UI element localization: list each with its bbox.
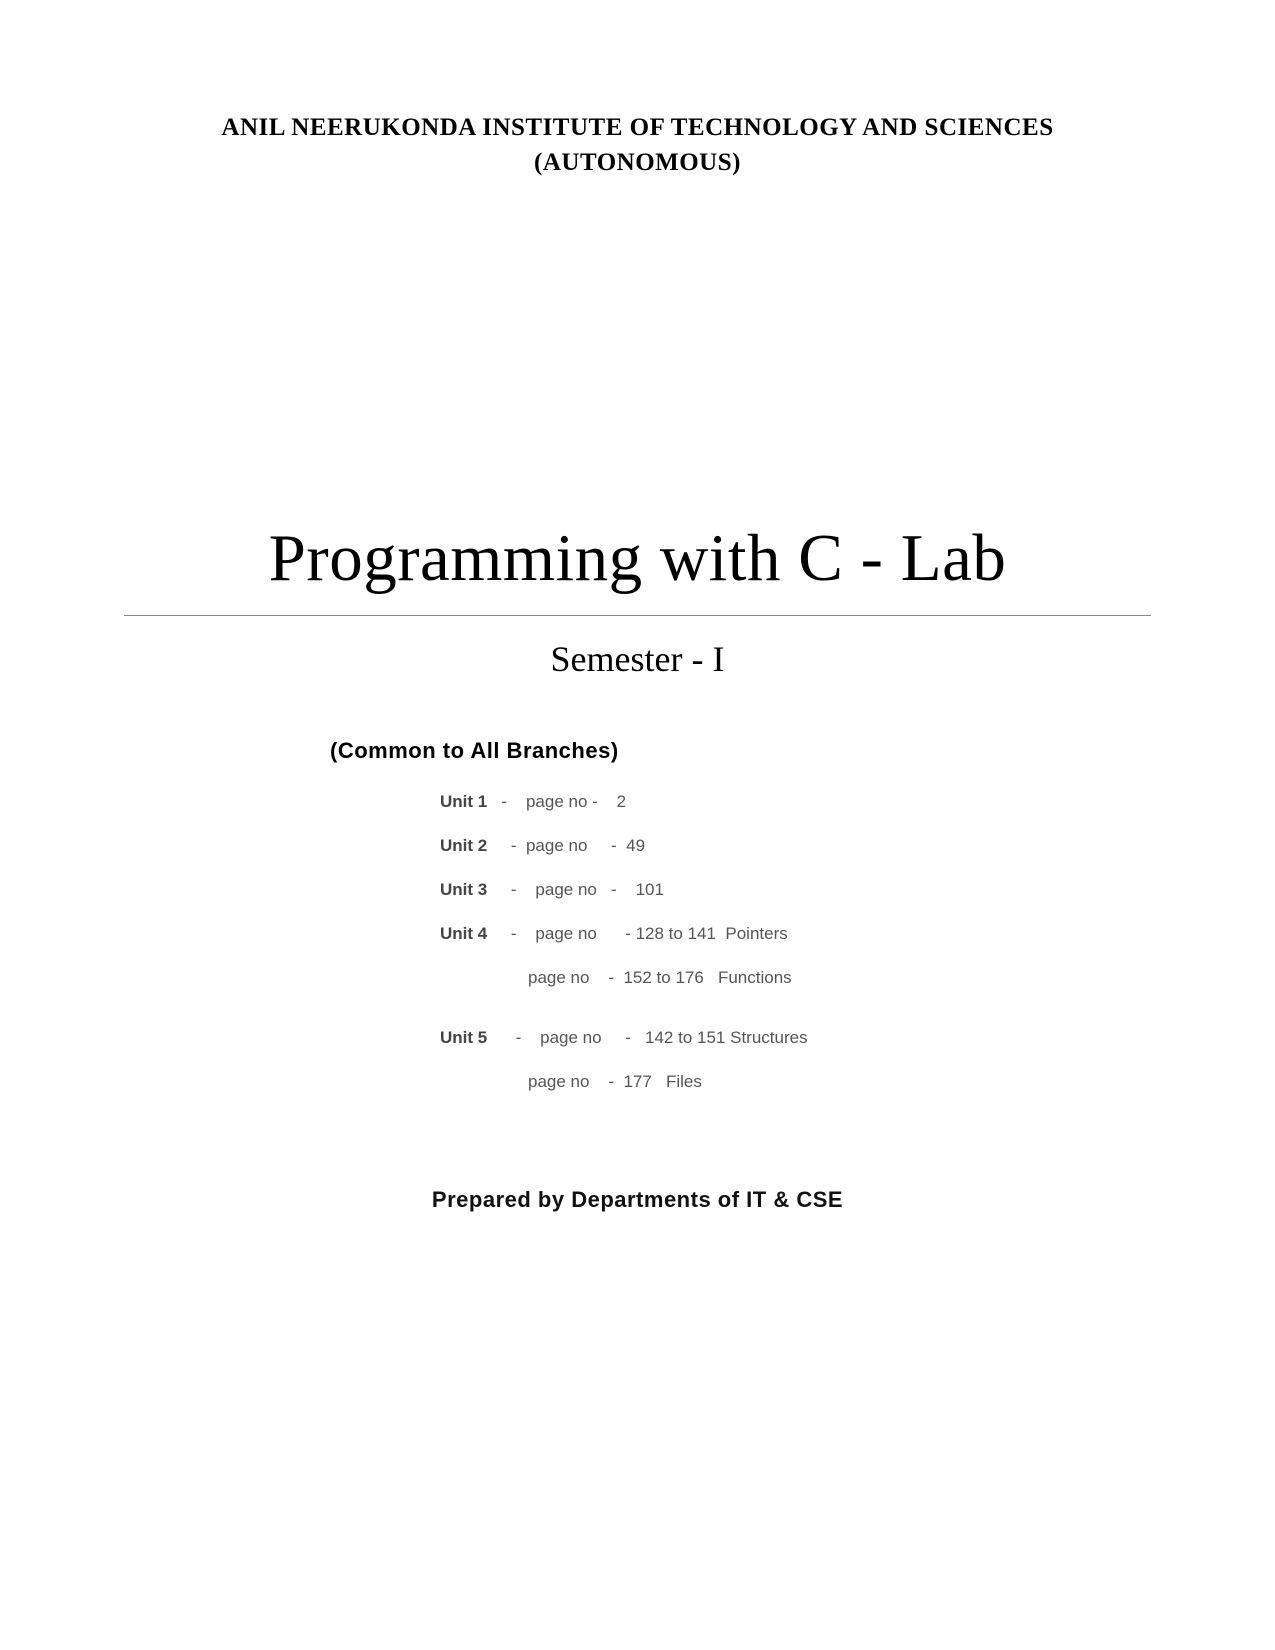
unit-5-row: Unit 5 - page no - 142 to 151 Structures bbox=[440, 1028, 1165, 1048]
unit-1-row: Unit 1 - page no - 2 bbox=[440, 792, 1165, 812]
unit-1-label: Unit 1 bbox=[440, 792, 487, 811]
unit-5-label: Unit 5 bbox=[440, 1028, 487, 1047]
unit-2-text: - page no - 49 bbox=[487, 836, 645, 855]
title-divider bbox=[124, 615, 1151, 616]
institute-line2: (AUTONOMOUS) bbox=[110, 145, 1165, 180]
main-title: Programming with C - Lab bbox=[110, 520, 1165, 597]
prepared-by: Prepared by Departments of IT & CSE bbox=[110, 1187, 1165, 1213]
unit-4-row: Unit 4 - page no - 128 to 141 Pointers bbox=[440, 924, 1165, 944]
unit-1-text: - page no - 2 bbox=[487, 792, 626, 811]
document-page: ANIL NEERUKONDA INSTITUTE OF TECHNOLOGY … bbox=[0, 0, 1275, 1213]
common-branches: (Common to All Branches) bbox=[330, 738, 1165, 764]
institute-header: ANIL NEERUKONDA INSTITUTE OF TECHNOLOGY … bbox=[110, 110, 1165, 180]
unit-5-text: - page no - 142 to 151 Structures bbox=[487, 1028, 807, 1047]
unit-2-label: Unit 2 bbox=[440, 836, 487, 855]
unit-5-sub: page no - 177 Files bbox=[528, 1072, 1165, 1092]
unit-2-row: Unit 2 - page no - 49 bbox=[440, 836, 1165, 856]
units-list: Unit 1 - page no - 2 Unit 2 - page no - … bbox=[440, 792, 1165, 1092]
semester-label: Semester - I bbox=[110, 638, 1165, 680]
unit-4-text: - page no - 128 to 141 Pointers bbox=[487, 924, 788, 943]
institute-line1: ANIL NEERUKONDA INSTITUTE OF TECHNOLOGY … bbox=[110, 110, 1165, 145]
unit-3-label: Unit 3 bbox=[440, 880, 487, 899]
unit-3-text: - page no - 101 bbox=[487, 880, 664, 899]
unit-4-label: Unit 4 bbox=[440, 924, 487, 943]
unit-4-sub: page no - 152 to 176 Functions bbox=[528, 968, 1165, 988]
unit-3-row: Unit 3 - page no - 101 bbox=[440, 880, 1165, 900]
